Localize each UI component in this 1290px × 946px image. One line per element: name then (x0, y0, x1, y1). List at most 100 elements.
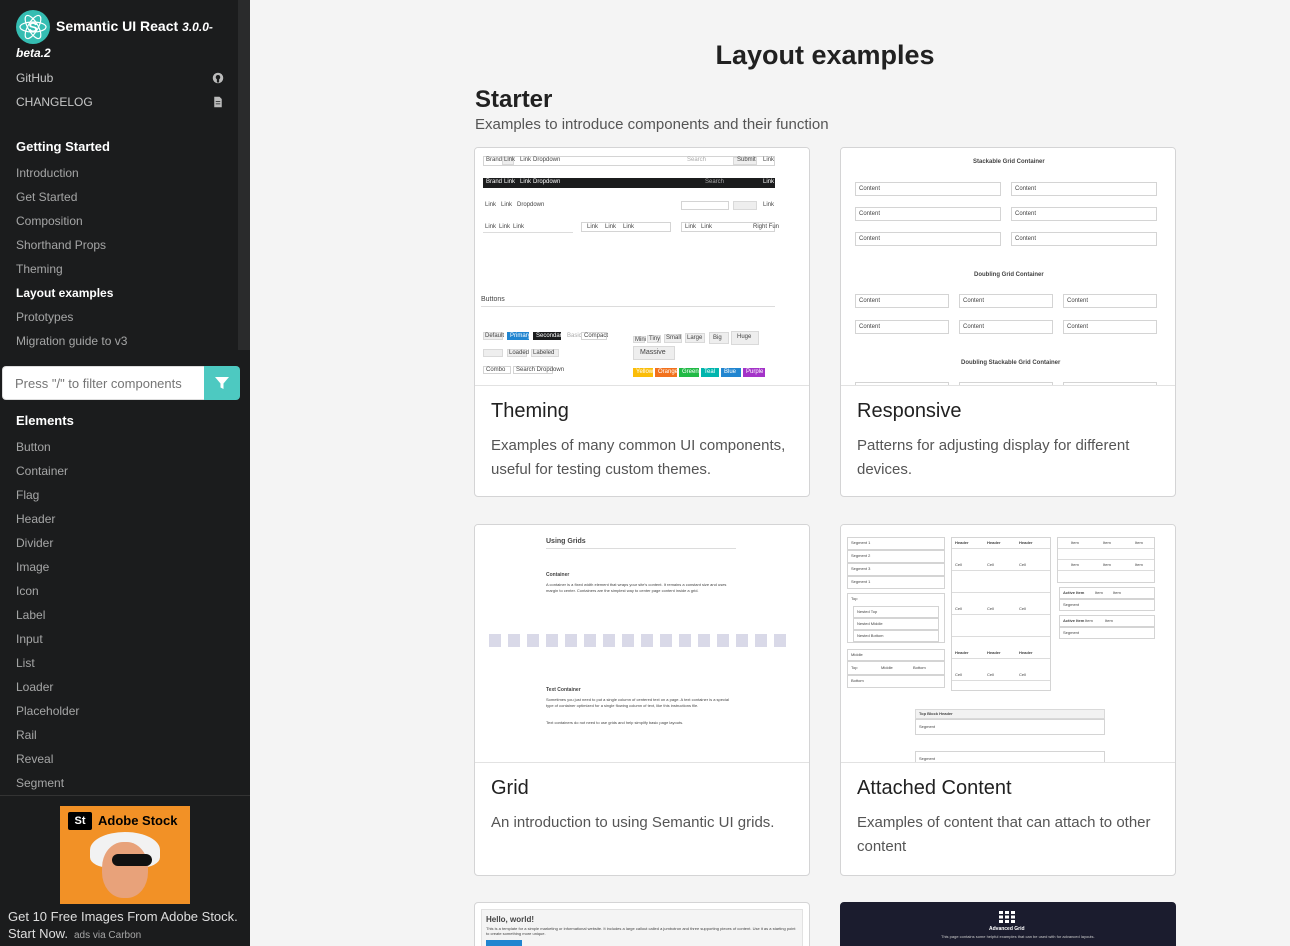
card-title[interactable]: Responsive (857, 400, 962, 423)
sidebar-item-layout-examples[interactable]: Layout examples (16, 286, 113, 300)
card-responsive[interactable]: Stackable Grid Container Content Content… (840, 147, 1176, 497)
sidebar-item-loader[interactable]: Loader (16, 680, 53, 694)
thumb-text: Item (1071, 540, 1079, 545)
sidebar-item-icon[interactable]: Icon (16, 584, 39, 598)
ad-via[interactable]: ads via Carbon (74, 930, 141, 941)
sidebar-item-header[interactable]: Header (16, 512, 55, 526)
thumb-text: Stackable Grid Container (973, 159, 1045, 165)
github-icon (212, 72, 224, 84)
thumb-text: Link (485, 202, 497, 208)
thumb-text: Top (851, 596, 858, 601)
github-link[interactable]: GitHub (16, 71, 224, 85)
sidebar-item-reveal[interactable]: Reveal (16, 752, 53, 766)
sidebar-item-segment[interactable]: Segment (16, 776, 64, 790)
card-title[interactable]: Grid (491, 777, 529, 800)
ad-illustration-face (102, 842, 148, 898)
sidebar-item-migration-guide[interactable]: Migration guide to v3 (16, 334, 127, 348)
card-advanced-grid[interactable]: Advanced Grid This page contains some he… (840, 902, 1176, 946)
card-grid[interactable]: Using Grids Container A container is a f… (474, 524, 810, 876)
thumb-text: Link (763, 202, 775, 208)
thumb-text: Link (605, 224, 617, 230)
file-icon (214, 96, 222, 108)
thumb-text: Nested Bottom (857, 633, 884, 638)
thumb-text: Nested Top (857, 609, 878, 614)
thumb-text: Secondary (536, 333, 565, 339)
thumb-text: Using Grids (546, 538, 586, 545)
sidebar-item-shorthand-props[interactable]: Shorthand Props (16, 238, 106, 252)
thumb-line (1058, 570, 1154, 571)
thumb-line (952, 680, 1050, 681)
section-title: Starter (475, 86, 553, 113)
elements-header: Elements (16, 413, 74, 428)
sidebar-item-image[interactable]: Image (16, 560, 49, 574)
card-theming[interactable]: Brand Link Link Dropdown Search Submit L… (474, 147, 810, 497)
thumb-line (952, 592, 1050, 593)
card-description: Patterns for adjusting display for diffe… (857, 437, 1130, 478)
thumb-text: Content (1067, 324, 1089, 330)
thumb-text: Segment (919, 724, 936, 729)
sidebar-item-input[interactable]: Input (16, 632, 43, 646)
sidebar-item-container[interactable]: Container (16, 464, 68, 478)
thumb-text: Segment 1 (851, 540, 871, 545)
thumb-text: Item (1071, 562, 1079, 567)
thumb-line (952, 636, 1050, 637)
thumb-text: Header (987, 540, 1001, 545)
thumb-text: Search (687, 157, 707, 163)
thumb-text: A container is a fixed width element tha… (546, 582, 727, 593)
thumb-text: Link (587, 224, 599, 230)
sidebar-item-button[interactable]: Button (16, 440, 51, 454)
thumb-text: Segment (919, 756, 936, 761)
sidebar-item-theming[interactable]: Theming (16, 262, 63, 276)
thumb-text: Doubling Stackable Grid Container (961, 360, 1061, 366)
thumb-text: Active Item (1063, 590, 1085, 595)
sidebar-item-prototypes[interactable]: Prototypes (16, 310, 73, 324)
thumbnail-attached: Segment 1 Segment 2 Segment 3 Segment 1 … (841, 525, 1175, 763)
card-homepage[interactable]: Hello, world! This is a template for a s… (474, 902, 810, 946)
thumb-text: Hello, world! (486, 915, 534, 924)
thumb-text: Link (501, 202, 513, 208)
sidebar: S Semantic UI React 3.0.0- beta.2 GitHub … (0, 0, 250, 946)
sidebar-item-composition[interactable]: Composition (16, 214, 83, 228)
ad-text[interactable]: Get 10 Free Images From Adobe Stock. Sta… (8, 908, 244, 944)
changelog-label: CHANGELOG (16, 95, 93, 109)
thumb-text: Cell (987, 672, 994, 677)
changelog-link[interactable]: CHANGELOG (16, 95, 224, 109)
thumbnail-grid: Using Grids Container A container is a f… (475, 525, 809, 763)
thumbnail-theming: Brand Link Link Dropdown Search Submit L… (475, 148, 809, 386)
thumb-text: Buttons (481, 296, 505, 303)
thumb-text: Basic (567, 333, 582, 339)
thumb-text: Middle (881, 665, 893, 670)
card-title[interactable]: Theming (491, 400, 569, 423)
sidebar-item-divider[interactable]: Divider (16, 536, 53, 550)
adobe-stock-logo: St (68, 812, 92, 830)
thumb-text: Cell (955, 562, 962, 567)
thumb-text: Cell (955, 606, 962, 611)
sidebar-menu: S Semantic UI React 3.0.0- beta.2 GitHub … (0, 0, 238, 350)
thumb-text: Cell (1019, 562, 1026, 567)
thumb-text: Big (713, 335, 722, 341)
thumbnail-responsive: Stackable Grid Container Content Content… (841, 148, 1175, 386)
thumb-text: Content (859, 236, 881, 242)
card-attached-content[interactable]: Segment 1 Segment 2 Segment 3 Segment 1 … (840, 524, 1176, 876)
thumb-text: Blue (724, 369, 737, 375)
thumb-text: Link (520, 179, 532, 185)
sidebar-item-rail[interactable]: Rail (16, 728, 37, 742)
sidebar-item-label[interactable]: Label (16, 608, 45, 622)
thumb-text: Middle (851, 652, 863, 657)
thumb-text: Cell (1019, 672, 1026, 677)
ad-image[interactable]: St Adobe Stock (60, 806, 190, 904)
sidebar-item-placeholder[interactable]: Placeholder (16, 704, 79, 718)
sidebar-item-flag[interactable]: Flag (16, 488, 39, 502)
carbon-ad[interactable]: St Adobe Stock Get 10 Free Images From A… (0, 795, 250, 946)
sidebar-item-get-started[interactable]: Get Started (16, 190, 77, 204)
thumb-text: Cell (1019, 606, 1026, 611)
thumb-text: Teal (704, 369, 716, 375)
sidebar-item-list[interactable]: List (16, 656, 35, 670)
sidebar-scrollbar[interactable] (238, 0, 250, 350)
thumb-text: Item (1135, 562, 1143, 567)
thumb-text: Large (687, 335, 703, 341)
sidebar-item-introduction[interactable]: Introduction (16, 166, 79, 180)
card-title[interactable]: Attached Content (857, 777, 1012, 800)
filter-button[interactable] (204, 366, 240, 400)
filter-input[interactable] (2, 366, 204, 400)
